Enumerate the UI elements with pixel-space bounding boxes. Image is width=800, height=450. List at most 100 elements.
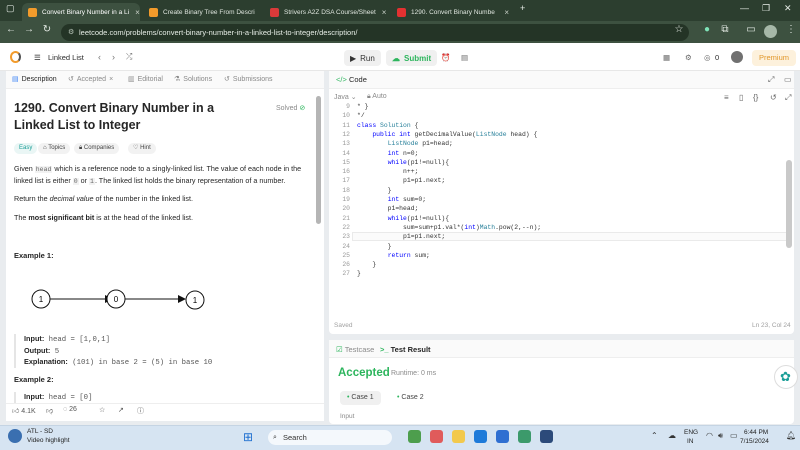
code-line[interactable]: sum=sum+p1.val*(int)Math.pow(2,--n); [357, 223, 541, 232]
like-button[interactable]: 👍︎ 4.1K [12, 406, 36, 415]
next-problem-icon[interactable]: › [112, 52, 115, 62]
code-line[interactable]: n++; [357, 167, 418, 176]
extension-icon[interactable]: ● [700, 24, 714, 35]
chrome-profile-icon[interactable] [518, 430, 531, 443]
run-button[interactable]: ▶ Run [344, 50, 381, 66]
code-line[interactable]: class Solution { [357, 121, 418, 130]
browser-menu-icon[interactable]: ⋮ [784, 24, 798, 35]
favorite-star-icon[interactable]: ☆ [99, 406, 105, 414]
close-tab-icon[interactable]: × [376, 8, 387, 17]
code-line[interactable]: */ [357, 111, 365, 120]
companies-chip[interactable]: 🔒︎ Companies [74, 143, 120, 154]
code-line[interactable]: int sum=0; [357, 195, 426, 204]
leetcode-logo-icon[interactable] [10, 51, 21, 63]
code-line[interactable]: return sum; [357, 251, 430, 260]
code-line[interactable]: while(p1!=null){ [357, 158, 449, 167]
tray-overflow-icon[interactable]: ⌃ [651, 431, 658, 440]
cloud-icon[interactable]: ☁ [668, 431, 676, 440]
fullscreen-icon[interactable]: ⤢ [785, 93, 791, 103]
code-line[interactable]: * } [357, 102, 369, 111]
chrome-app-icon[interactable] [408, 430, 421, 443]
edge-app-icon[interactable] [474, 430, 487, 443]
tab-submissions[interactable]: ↺ Submissions [224, 75, 273, 84]
hint-chip[interactable]: ♡ Hint [128, 143, 156, 154]
browser-tab-2[interactable]: Create Binary Tree From Descri × [143, 3, 261, 21]
battery-icon[interactable]: ▭ [730, 431, 738, 440]
close-icon[interactable]: × [109, 76, 113, 83]
bookmark-icon[interactable]: ▯ [739, 93, 743, 102]
tab-accepted[interactable]: ↺ Accepted × [68, 75, 113, 84]
tab-description[interactable]: ▤ Description [12, 75, 57, 84]
forward-icon[interactable]: → [22, 24, 36, 35]
submit-button[interactable]: ☁ Submit [386, 50, 438, 66]
code-scrollbar[interactable] [786, 160, 792, 248]
code-line[interactable]: } [357, 260, 376, 269]
browser-tab-4[interactable]: 1290. Convert Binary Numbe × [391, 3, 515, 21]
reset-icon[interactable]: ↺ [770, 93, 777, 102]
bookmark-star-icon[interactable]: ☆ [672, 24, 686, 35]
code-line[interactable]: int n=0; [357, 149, 419, 158]
case-2-tab[interactable]: • Case 2 [390, 391, 431, 405]
tab-test-result[interactable]: >_ Test Result [380, 345, 431, 354]
wifi-icon[interactable]: ◠ [706, 431, 713, 440]
shuffle-icon[interactable]: ⤮ [126, 52, 132, 62]
notes-icon[interactable]: ▤ [461, 53, 468, 62]
code-line[interactable]: } [357, 269, 361, 278]
file-explorer-icon[interactable] [452, 430, 465, 443]
reload-icon[interactable]: ↻ [40, 24, 54, 35]
taskbar-search[interactable]: ⌕ Search [268, 430, 392, 445]
terminal-app-icon[interactable] [540, 430, 553, 443]
fire-icon[interactable]: ◎ [704, 53, 711, 62]
clock-time[interactable]: 6:44 PM [744, 429, 768, 436]
problem-list-label[interactable]: Linked List [48, 53, 84, 62]
format-icon[interactable]: ≡ [724, 93, 729, 102]
auto-mode-toggle[interactable]: 🔒︎ Auto [367, 93, 387, 101]
notification-bell-icon[interactable]: 🔔︎ [786, 431, 796, 440]
braces-icon[interactable]: {} [753, 93, 758, 102]
alarm-icon[interactable]: ⏰ [441, 53, 450, 62]
collapse-icon[interactable]: ▭ [784, 75, 792, 84]
close-window-icon[interactable]: ✕ [784, 3, 792, 14]
code-line[interactable]: } [357, 186, 392, 195]
browser-tab-1[interactable]: Convert Binary Number in a Li × [22, 3, 140, 21]
profile-avatar[interactable] [764, 25, 777, 38]
windows-start-icon[interactable]: ⊞ [243, 430, 253, 444]
assistant-button[interactable]: ✿ [774, 365, 798, 389]
code-line[interactable]: p1=p1.next; [357, 176, 445, 185]
site-info-icon[interactable]: ⚙ [68, 24, 74, 41]
problem-list-icon[interactable]: ☰ [34, 53, 41, 62]
weather-widget-icon[interactable] [8, 429, 22, 443]
address-bar[interactable]: ⚙ leetcode.com/problems/convert-binary-n… [61, 24, 689, 41]
close-tab-icon[interactable]: × [129, 8, 140, 17]
close-tab-icon[interactable]: × [498, 8, 509, 17]
prev-problem-icon[interactable]: ‹ [98, 52, 101, 62]
back-icon[interactable]: ← [4, 24, 18, 35]
tab-testcase[interactable]: ☑ Testcase [336, 345, 374, 354]
topics-chip[interactable]: ⌂ Topics [38, 143, 71, 154]
comments-button[interactable]: ◌ 26 [63, 406, 77, 413]
premium-button[interactable]: Premium [752, 50, 797, 66]
store-app-icon[interactable] [496, 430, 509, 443]
code-line[interactable]: public int getDecimalValue(ListNode head… [357, 130, 537, 139]
code-line[interactable]: p1=p1.next; [357, 232, 445, 241]
widget-title[interactable]: ATL - SD [27, 428, 53, 435]
maximize-icon[interactable]: ❐ [762, 3, 770, 14]
language-indicator[interactable]: ENG [684, 429, 698, 436]
close-tab-icon[interactable]: × [255, 8, 262, 17]
settings-gear-icon[interactable]: ⚙ [685, 53, 692, 62]
photos-app-icon[interactable] [430, 430, 443, 443]
tab-editorial[interactable]: ▥ Editorial [128, 75, 163, 84]
minimize-icon[interactable]: — [740, 3, 749, 13]
tab-search-icon[interactable]: ▢ [6, 3, 15, 14]
help-icon[interactable]: ⓘ [137, 406, 144, 416]
code-line[interactable]: while(p1!=null){ [357, 214, 449, 223]
layout-icon[interactable]: ▦ [663, 53, 670, 62]
new-tab-button[interactable]: + [520, 3, 525, 13]
expand-icon[interactable]: ⤢ [768, 75, 774, 85]
code-line[interactable]: } [357, 242, 392, 251]
tab-solutions[interactable]: ⚗ Solutions [174, 75, 212, 84]
language-select[interactable]: Java ⌄ [334, 93, 357, 101]
user-avatar[interactable] [731, 51, 743, 63]
browser-tab-3[interactable]: Strivers A2Z DSA Course/Sheet × [264, 3, 388, 21]
description-scrollbar[interactable] [316, 96, 321, 224]
